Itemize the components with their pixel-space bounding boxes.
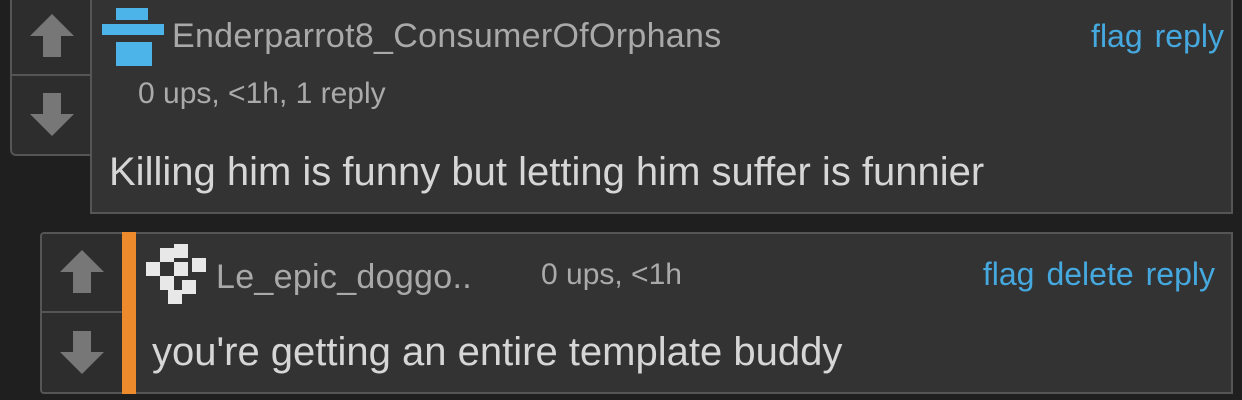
comment-text: Killing him is funny but letting him suf… (109, 150, 985, 194)
down-arrow-icon (30, 93, 74, 136)
comment-actions: flag delete reply (983, 256, 1215, 293)
reply-button[interactable]: reply (1146, 256, 1215, 293)
down-arrow-icon (60, 331, 104, 374)
delete-button[interactable]: delete (1046, 256, 1133, 293)
vote-divider (42, 311, 122, 313)
comment-meta: 0 ups, <1h, 1 reply (138, 77, 386, 110)
upvote-button[interactable] (12, 0, 92, 72)
up-arrow-icon (60, 250, 104, 293)
vote-column (40, 232, 124, 394)
up-arrow-icon (30, 14, 74, 57)
reply-comment: Le_epic_doggo.. 0 ups, <1h flag delete r… (136, 232, 1233, 394)
comment-actions: flag reply (1091, 18, 1224, 55)
flag-button[interactable]: flag (983, 256, 1035, 293)
blue-block-avatar-icon (102, 8, 164, 66)
vote-divider (12, 74, 92, 76)
avatar (146, 244, 206, 304)
downvote-button[interactable] (42, 316, 122, 390)
flag-button[interactable]: flag (1091, 18, 1143, 55)
comment-username[interactable]: Le_epic_doggo.. (216, 258, 472, 297)
comment-text: you're getting an entire template buddy (152, 330, 843, 374)
comment-meta: 0 ups, <1h (541, 258, 682, 291)
comment: Enderparrot8_ConsumerOfOrphans flag repl… (90, 0, 1233, 214)
vote-column (10, 0, 94, 156)
reply-button[interactable]: reply (1155, 18, 1224, 55)
avatar (102, 6, 164, 68)
checker-pattern-avatar-icon (146, 244, 206, 304)
upvote-button[interactable] (42, 234, 122, 308)
comment-username[interactable]: Enderparrot8_ConsumerOfOrphans (172, 17, 722, 56)
downvote-button[interactable] (12, 78, 92, 152)
